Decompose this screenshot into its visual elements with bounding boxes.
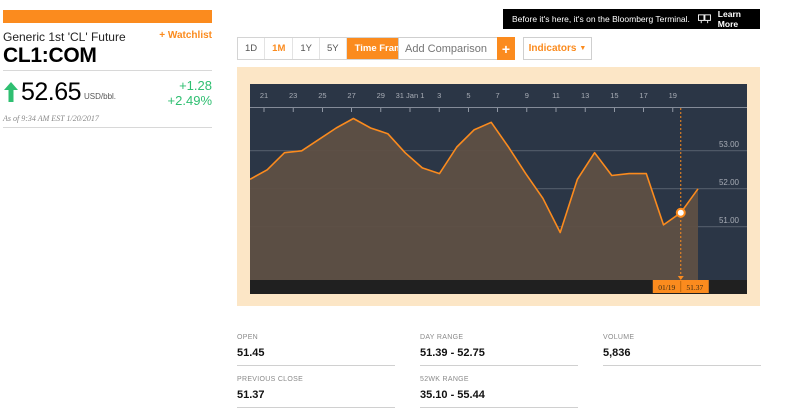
price-chart[interactable]: 21 23 25 27 29 31 Jan 1 3 5 7 9 11 13 15 17 19 53.00 52.…	[250, 84, 747, 294]
crosshair-point	[675, 207, 686, 218]
x-tick-label: 17	[639, 91, 647, 100]
stat-previous-close: PREVIOUS CLOSE 51.37	[237, 376, 395, 408]
x-tick-label: 7	[496, 91, 500, 100]
stat-label: PREVIOUS CLOSE	[237, 376, 304, 383]
price-change-percent: +2.49%	[167, 93, 212, 108]
price-chart-frame: 21 23 25 27 29 31 Jan 1 3 5 7 9 11 13 15 17 19 53.00 52.…	[237, 67, 760, 306]
x-tick-label: 5	[466, 91, 470, 100]
y-tick-label: 51.00	[719, 216, 740, 225]
add-to-watchlist-link[interactable]: + Watchlist	[159, 30, 212, 41]
price-unit: USD/bbl.	[84, 92, 117, 101]
x-tick-label: 21	[260, 91, 268, 100]
stat-day-range: DAY RANGE 51.39 - 52.75	[420, 334, 578, 366]
security-name: Generic 1st 'CL' Future	[3, 30, 126, 44]
x-tick-label: 25	[318, 91, 326, 100]
indicators-label: Indicators	[528, 43, 577, 54]
timestamp: As of 9:34 AM EST 1/20/2017	[3, 114, 99, 123]
x-tick-label: 27	[347, 91, 355, 100]
divider	[420, 407, 578, 408]
last-price: 52.65	[21, 78, 82, 106]
divider	[237, 407, 395, 408]
terminal-ad-banner[interactable]: Before it's here, it's on the Bloomberg …	[503, 9, 760, 29]
stat-label: 52WK RANGE	[420, 376, 469, 383]
price-change: +1.28	[179, 78, 212, 93]
stat-value: 35.10 - 55.44	[420, 389, 485, 401]
stat-value: 51.37	[237, 389, 265, 401]
range-selector: 1D 1M 1Y 5Y Time Frame	[237, 37, 417, 60]
add-comparison-button[interactable]: +	[497, 37, 515, 60]
y-tick-label: 53.00	[719, 140, 740, 149]
learn-more-link[interactable]: Learn More	[718, 9, 760, 29]
divider	[3, 127, 212, 128]
y-tick-label: 52.00	[719, 178, 740, 187]
stat-label: OPEN	[237, 334, 259, 341]
range-5y-button[interactable]: 5Y	[320, 38, 347, 59]
accent-bar	[3, 10, 212, 23]
ticker-symbol: CL1:COM	[3, 44, 97, 67]
x-tick-label: 3	[437, 91, 441, 100]
divider	[3, 70, 212, 71]
stat-volume: VOLUME 5,836	[603, 334, 761, 366]
stat-label: DAY RANGE	[420, 334, 464, 341]
up-arrow-icon	[4, 82, 18, 102]
stat-value: 51.45	[237, 347, 265, 359]
range-1d-button[interactable]: 1D	[238, 38, 266, 59]
crosshair-value-label: 51.37	[686, 283, 703, 292]
x-tick-label: 9	[525, 91, 529, 100]
stat-value: 51.39 - 52.75	[420, 347, 485, 359]
x-tick-label: 31 Jan 1	[396, 91, 425, 100]
x-tick-label: 13	[581, 91, 589, 100]
x-tick-label: 23	[289, 91, 297, 100]
x-tick-label: 11	[552, 91, 560, 100]
stat-52wk-range: 52WK RANGE 35.10 - 55.44	[420, 376, 578, 408]
x-tick-label: 15	[610, 91, 618, 100]
stat-label: VOLUME	[603, 334, 635, 341]
quote-panel: Generic 1st 'CL' Future + Watchlist CL1:…	[0, 0, 215, 420]
range-1m-button[interactable]: 1M	[265, 38, 294, 59]
x-tick-label: 19	[669, 91, 677, 100]
indicators-dropdown[interactable]: Indicators ▼	[523, 37, 592, 60]
divider	[603, 365, 761, 366]
divider	[420, 365, 578, 366]
x-tick-label: 29	[377, 91, 385, 100]
ad-message: Before it's here, it's on the Bloomberg …	[512, 14, 690, 24]
chevron-down-icon: ▼	[579, 45, 587, 52]
stat-open: OPEN 51.45	[237, 334, 395, 366]
range-1y-button[interactable]: 1Y	[293, 38, 320, 59]
divider	[237, 365, 395, 366]
add-comparison-input[interactable]	[398, 37, 498, 60]
crosshair-date-label: 01/19	[658, 283, 675, 292]
stat-value: 5,836	[603, 347, 631, 359]
terminal-icon	[697, 14, 711, 24]
